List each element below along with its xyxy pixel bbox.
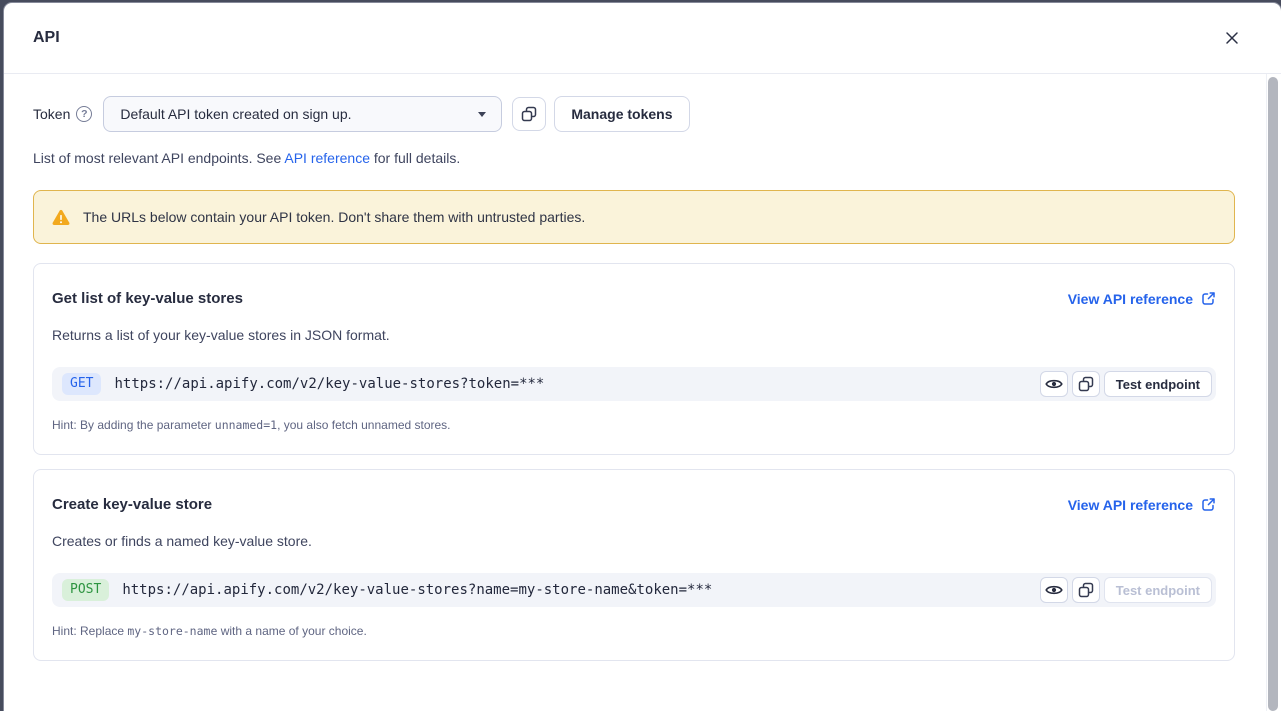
method-badge: GET	[62, 373, 101, 396]
page: { "modal": { "title": "API" }, "icons": …	[0, 0, 1281, 711]
token-row: Token ? Default API token created on sig…	[33, 96, 1235, 132]
warning-text: The URLs below contain your API token. D…	[83, 209, 585, 225]
card-title: Get list of key-value stores	[52, 290, 243, 307]
card-title: Create key-value store	[52, 496, 212, 513]
token-select[interactable]: Default API token created on sign up.	[103, 96, 502, 132]
help-icon[interactable]: ?	[76, 106, 92, 122]
hint-code: my-store-name	[127, 624, 217, 638]
hint-text-after: , you also fetch unnamed stores.	[277, 418, 450, 432]
scrollbar-thumb[interactable]	[1268, 77, 1278, 711]
modal-title: API	[33, 29, 60, 47]
copy-icon	[521, 106, 537, 122]
endpoint-hint: Hint: Replace my-store-name with a name …	[52, 624, 1216, 638]
external-link-icon	[1201, 291, 1216, 306]
warning-icon	[51, 209, 71, 226]
modal-header: API	[4, 3, 1281, 74]
endpoint-actions: Test endpoint	[1040, 371, 1212, 397]
card-head: Create key-value store View API referenc…	[52, 496, 1216, 513]
eye-icon	[1045, 583, 1063, 597]
endpoint-url: https://api.apify.com/v2/key-value-store…	[114, 376, 544, 392]
view-api-reference-label: View API reference	[1068, 291, 1193, 307]
endpoint-actions: Test endpoint	[1040, 577, 1212, 603]
scrollbar-track[interactable]	[1266, 74, 1281, 711]
warning-banner: The URLs below contain your API token. D…	[33, 190, 1235, 244]
modal-body: Token ? Default API token created on sig…	[4, 74, 1281, 677]
card-head: Get list of key-value stores View API re…	[52, 290, 1216, 307]
copy-url-button[interactable]	[1072, 577, 1100, 603]
method-badge: POST	[62, 579, 109, 602]
token-select-value: Default API token created on sign up.	[120, 106, 351, 122]
endpoint-url-bar: POST https://api.apify.com/v2/key-value-…	[52, 573, 1216, 607]
copy-url-button[interactable]	[1072, 371, 1100, 397]
chevron-down-icon	[478, 112, 486, 117]
intro-text-before: List of most relevant API endpoints. See	[33, 150, 284, 166]
hint-text-after: with a name of your choice.	[217, 624, 366, 638]
endpoint-url-bar: GET https://api.apify.com/v2/key-value-s…	[52, 367, 1216, 401]
show-token-button[interactable]	[1040, 371, 1068, 397]
card-description: Creates or finds a named key-value store…	[52, 533, 1216, 549]
endpoint-url: https://api.apify.com/v2/key-value-store…	[122, 582, 712, 598]
test-endpoint-button[interactable]: Test endpoint	[1104, 371, 1212, 397]
view-api-reference-label: View API reference	[1068, 497, 1193, 513]
copy-icon	[1078, 376, 1094, 392]
view-api-reference-link[interactable]: View API reference	[1068, 497, 1216, 513]
endpoint-hint: Hint: By adding the parameter unnamed=1,…	[52, 418, 1216, 432]
copy-token-button[interactable]	[512, 97, 546, 131]
external-link-icon	[1201, 497, 1216, 512]
copy-icon	[1078, 582, 1094, 598]
endpoint-card-create: Create key-value store View API referenc…	[33, 469, 1235, 661]
hint-code: unnamed=1	[215, 418, 277, 432]
manage-tokens-button[interactable]: Manage tokens	[554, 96, 689, 132]
view-api-reference-link[interactable]: View API reference	[1068, 291, 1216, 307]
hint-text-before: Hint: Replace	[52, 624, 127, 638]
hint-text-before: Hint: By adding the parameter	[52, 418, 215, 432]
api-modal: API Token ? Default API token created on…	[4, 3, 1281, 711]
intro-text-after: for full details.	[370, 150, 460, 166]
test-endpoint-button[interactable]: Test endpoint	[1104, 577, 1212, 603]
show-token-button[interactable]	[1040, 577, 1068, 603]
close-icon	[1223, 29, 1241, 47]
close-button[interactable]	[1221, 27, 1243, 49]
card-description: Returns a list of your key-value stores …	[52, 327, 1216, 343]
intro-text: List of most relevant API endpoints. See…	[33, 150, 1235, 166]
endpoint-card-get-list: Get list of key-value stores View API re…	[33, 263, 1235, 455]
token-label: Token	[33, 106, 70, 122]
api-reference-link[interactable]: API reference	[284, 150, 370, 166]
eye-icon	[1045, 377, 1063, 391]
